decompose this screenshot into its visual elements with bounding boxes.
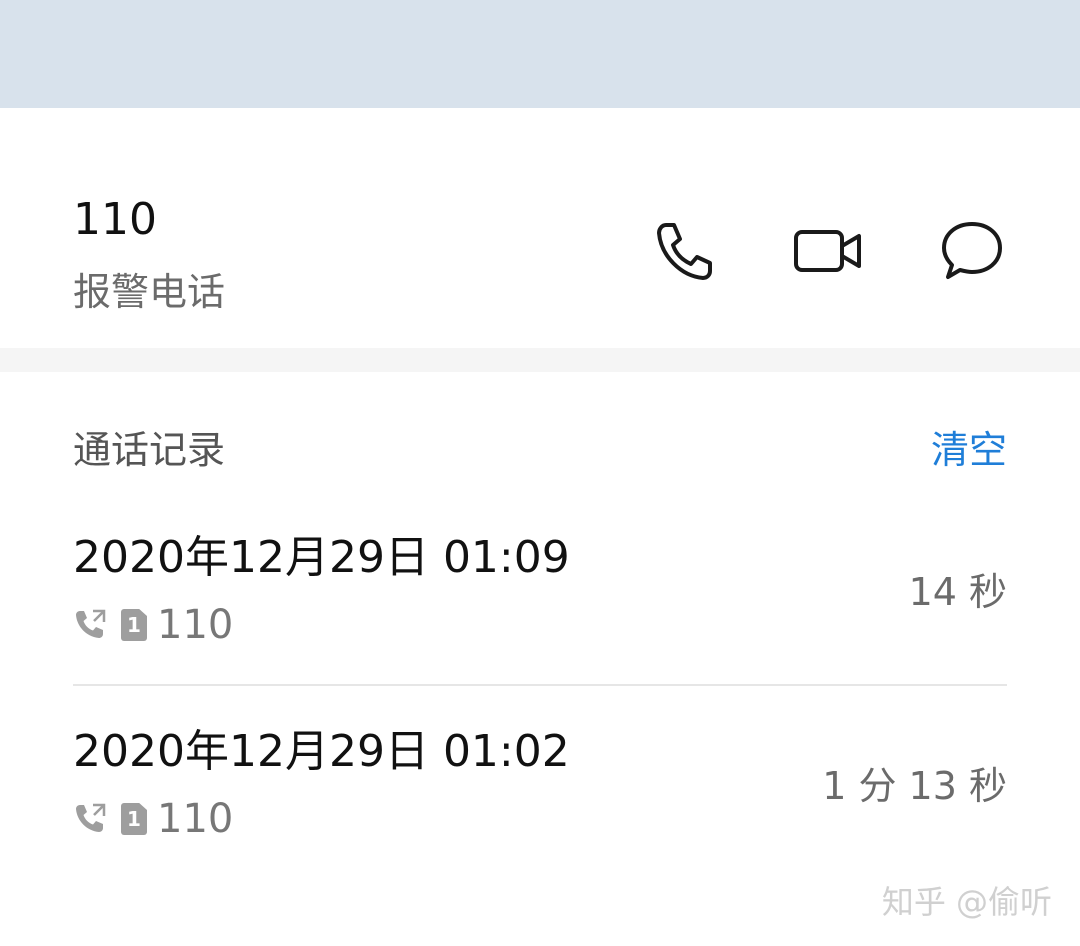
call-duration: 14 秒	[908, 570, 1007, 614]
top-band	[0, 0, 1080, 108]
contact-header: 110 报警电话	[0, 108, 1080, 348]
history-title: 通话记录	[73, 428, 226, 472]
video-camera-icon	[794, 230, 861, 272]
call-meta: 1 110	[73, 796, 233, 842]
message-button[interactable]	[932, 211, 1012, 291]
call-number: 110	[157, 796, 234, 842]
call-button[interactable]	[644, 211, 724, 291]
sim-badge: 1	[121, 803, 147, 835]
watermark: 知乎 @偷听	[881, 883, 1052, 921]
list-divider	[73, 684, 1007, 686]
call-log-item[interactable]: 2020年12月29日 01:09 1 110 14 秒	[73, 504, 1007, 684]
phone-icon	[657, 223, 712, 280]
call-number: 110	[157, 602, 234, 648]
contact-number: 110	[73, 194, 157, 245]
outgoing-call-icon	[76, 803, 106, 832]
sim-badge: 1	[121, 609, 147, 641]
chat-bubble-icon	[942, 222, 1002, 279]
section-divider	[0, 348, 1080, 372]
outgoing-call-icon	[76, 609, 106, 638]
video-call-button[interactable]	[788, 211, 868, 291]
call-datetime: 2020年12月29日 01:02	[73, 726, 570, 777]
call-history-section: 通话记录 清空 2020年12月29日 01:09 1 110 14 秒 202…	[0, 372, 1080, 946]
call-duration: 1 分 13 秒	[822, 764, 1007, 808]
call-meta: 1 110	[73, 602, 233, 648]
call-log-item[interactable]: 2020年12月29日 01:02 1 110 1 分 13 秒	[73, 698, 1007, 878]
clear-history-button[interactable]: 清空	[931, 426, 1007, 474]
contact-label: 报警电话	[73, 270, 226, 314]
call-datetime: 2020年12月29日 01:09	[73, 532, 570, 583]
